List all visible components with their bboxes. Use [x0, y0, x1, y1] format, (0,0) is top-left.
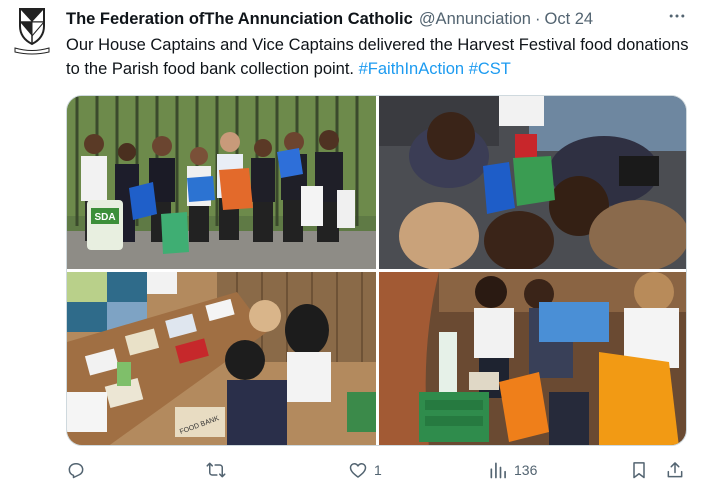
views-button[interactable]: 136 [488, 460, 537, 480]
avatar[interactable] [12, 6, 52, 56]
share-button[interactable] [665, 460, 685, 480]
separator: · [534, 9, 541, 28]
tweet-date[interactable]: Oct 24 [544, 10, 593, 29]
views-icon [490, 462, 506, 479]
photo-children-sorting[interactable] [379, 272, 686, 445]
bag-label: SDA [94, 212, 115, 223]
bookmark-icon [633, 462, 645, 479]
hashtag-faithinaction[interactable]: #FaithInAction [359, 60, 464, 78]
bookmark-button[interactable] [629, 460, 649, 480]
tweet-text: Our House Captains and Vice Captains del… [66, 33, 696, 81]
reply-icon [68, 463, 84, 479]
repost-icon [206, 462, 226, 478]
user-handle[interactable]: @Annunciation [419, 10, 531, 29]
more-button[interactable] [665, 6, 689, 26]
like-count: 1 [374, 462, 382, 478]
display-name[interactable]: The Federation ofThe Annunciation Cathol… [66, 10, 413, 29]
school-crest-icon [14, 8, 50, 55]
photo-children-kneeling[interactable] [379, 96, 686, 269]
repost-button[interactable] [206, 460, 226, 480]
reply-button[interactable] [66, 460, 86, 480]
media-grid: SDA FOOD BANK [66, 95, 687, 446]
more-icon [669, 14, 685, 18]
views-count: 136 [514, 462, 538, 478]
photo-children-with-bags[interactable]: SDA [67, 96, 376, 269]
share-icon [667, 462, 683, 478]
like-button[interactable]: 1 [348, 460, 382, 480]
heart-icon [349, 463, 367, 478]
action-bar: 1 136 [66, 458, 691, 486]
photo-table-leaflets[interactable]: FOOD BANK [67, 272, 376, 445]
hashtag-cst[interactable]: #CST [469, 60, 511, 78]
tweet-header: The Federation ofThe Annunciation Cathol… [66, 8, 693, 30]
